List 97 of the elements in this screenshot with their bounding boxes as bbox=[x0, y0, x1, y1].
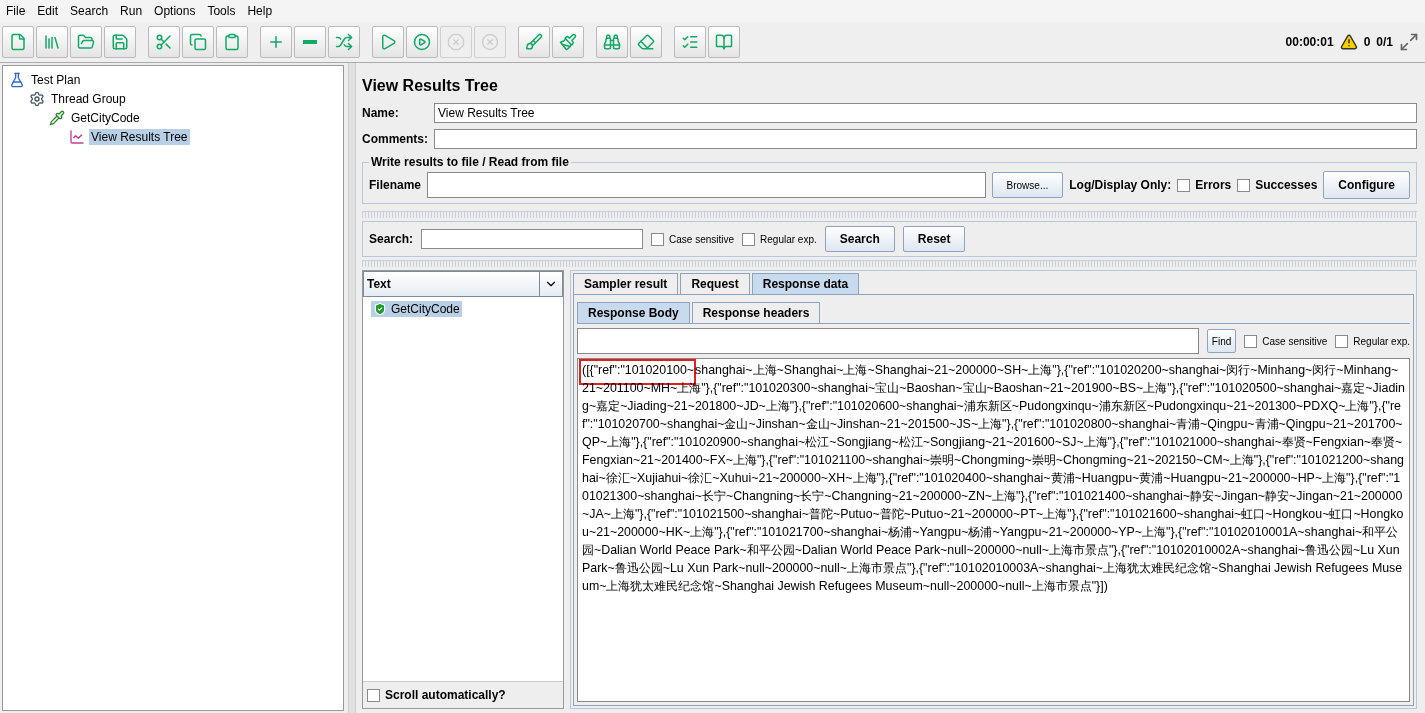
copy-icon bbox=[189, 33, 207, 51]
help-book-icon bbox=[715, 33, 733, 51]
tab[interactable]: Response data bbox=[751, 273, 860, 294]
filename-input[interactable] bbox=[427, 172, 986, 198]
toolbar-button[interactable] bbox=[708, 26, 740, 58]
shield-check-icon bbox=[373, 302, 387, 316]
brush-icon bbox=[525, 33, 543, 51]
checkbox-label: Scroll automatically? bbox=[385, 688, 506, 702]
search-panel-button[interactable]: Reset bbox=[902, 226, 966, 252]
tree-item[interactable]: GetCityCode bbox=[69, 109, 142, 126]
menu-item[interactable]: Options bbox=[150, 4, 200, 18]
checkbox[interactable] bbox=[1177, 178, 1191, 192]
flask-icon bbox=[9, 71, 25, 88]
browse-button[interactable]: Browse... bbox=[991, 172, 1064, 198]
toolbar-button[interactable] bbox=[260, 26, 292, 58]
tab[interactable]: Request bbox=[680, 273, 750, 294]
checkbox-label: Successes bbox=[1255, 178, 1318, 192]
folder-icon bbox=[77, 33, 95, 51]
toolbar-button[interactable] bbox=[294, 26, 326, 58]
toolbar-button[interactable] bbox=[552, 26, 584, 58]
menu-item[interactable]: Tools bbox=[203, 4, 240, 18]
minus-icon bbox=[303, 40, 317, 44]
tab[interactable]: Sampler result bbox=[573, 273, 679, 294]
tab[interactable]: Response Body bbox=[577, 302, 690, 323]
configure-button[interactable]: Configure bbox=[1323, 171, 1410, 199]
menu-item[interactable]: Help bbox=[243, 4, 277, 18]
toolbar-button[interactable] bbox=[2, 26, 34, 58]
find-input[interactable] bbox=[577, 328, 1199, 354]
chart-icon bbox=[69, 128, 85, 145]
search-panel-button[interactable]: Search bbox=[824, 226, 895, 252]
name-label: Name: bbox=[362, 105, 400, 121]
stop-icon bbox=[447, 33, 465, 51]
elapsed-time: 00:00:01 bbox=[1285, 35, 1334, 49]
broom-icon bbox=[559, 33, 577, 51]
log-display-label: Log/Display Only: bbox=[1069, 177, 1172, 193]
checkbox[interactable] bbox=[651, 232, 665, 246]
menu-item[interactable]: File bbox=[2, 4, 30, 18]
checkbox-label: Case sensitive bbox=[669, 233, 735, 245]
books-icon bbox=[43, 33, 61, 51]
checkbox-label: Regular exp. bbox=[1353, 335, 1410, 347]
toolbar-button[interactable] bbox=[70, 26, 102, 58]
comments-label: Comments: bbox=[362, 131, 428, 147]
play-circle-icon bbox=[413, 33, 431, 51]
toolbar-button[interactable] bbox=[518, 26, 550, 58]
search-label: Search: bbox=[369, 231, 414, 247]
panel-title: View Results Tree bbox=[362, 76, 499, 96]
menu-item[interactable]: Edit bbox=[33, 4, 63, 18]
warning-icon bbox=[1339, 33, 1358, 51]
toolbar-button[interactable] bbox=[596, 26, 628, 58]
checkbox-label: Regular exp. bbox=[760, 233, 817, 245]
tab[interactable]: Response headers bbox=[691, 302, 821, 323]
toolbar-button[interactable] bbox=[182, 26, 214, 58]
plus-icon bbox=[267, 33, 285, 51]
toolbar-button[interactable] bbox=[36, 26, 68, 58]
arrows-icon bbox=[335, 33, 353, 51]
clipboard-icon bbox=[223, 33, 241, 51]
pipette-icon bbox=[49, 109, 65, 126]
checkbox[interactable] bbox=[1237, 178, 1251, 192]
toolbar-button[interactable] bbox=[372, 26, 404, 58]
tree-item[interactable]: Thread Group bbox=[49, 90, 128, 107]
comments-input[interactable] bbox=[434, 129, 1417, 149]
warning-count: 0 bbox=[1363, 35, 1371, 49]
group-title: Write results to file / Read from file bbox=[370, 155, 570, 169]
play-icon bbox=[379, 33, 397, 51]
list-icon bbox=[681, 33, 699, 51]
menu-item[interactable]: Search bbox=[66, 4, 113, 18]
name-input[interactable]: View Results Tree bbox=[434, 103, 1417, 123]
search-input[interactable] bbox=[421, 229, 644, 249]
x-circle-icon bbox=[481, 33, 499, 51]
toolbar-button[interactable] bbox=[216, 26, 248, 58]
toolbar-button[interactable] bbox=[328, 26, 360, 58]
eraser-icon bbox=[637, 33, 655, 51]
new-file-icon bbox=[9, 33, 27, 51]
menu-item[interactable]: Run bbox=[116, 4, 147, 18]
result-item[interactable]: GetCityCode bbox=[371, 301, 462, 317]
toolbar-button[interactable] bbox=[148, 26, 180, 58]
toolbar-button[interactable] bbox=[406, 26, 438, 58]
tree-item[interactable]: Test Plan bbox=[29, 71, 83, 88]
filename-label: Filename bbox=[369, 177, 422, 193]
scissors-icon bbox=[155, 33, 173, 51]
checkbox[interactable] bbox=[367, 688, 380, 702]
checkbox-label: Case sensitive bbox=[1262, 335, 1328, 347]
checkbox[interactable] bbox=[1335, 334, 1349, 348]
gear-icon bbox=[29, 90, 45, 107]
binoculars-icon bbox=[603, 33, 621, 51]
renderer-dropdown[interactable]: Text bbox=[363, 271, 563, 297]
checkbox[interactable] bbox=[1244, 334, 1258, 348]
checkbox[interactable] bbox=[742, 232, 756, 246]
expand-icon[interactable] bbox=[1399, 32, 1419, 52]
toolbar-button[interactable] bbox=[674, 26, 706, 58]
find-button[interactable]: Find bbox=[1206, 329, 1237, 353]
checkbox-label: Errors bbox=[1195, 178, 1232, 192]
toolbar-button[interactable] bbox=[104, 26, 136, 58]
thread-count: 0/1 bbox=[1376, 35, 1393, 49]
toolbar-button[interactable] bbox=[630, 26, 662, 58]
save-icon bbox=[111, 33, 129, 51]
tree-item[interactable]: View Results Tree bbox=[89, 128, 190, 145]
